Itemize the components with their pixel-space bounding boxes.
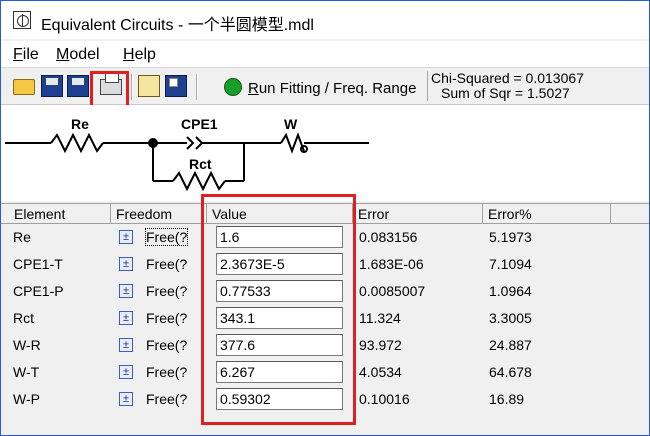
cell-element: Rct: [13, 310, 34, 326]
menu-model-accel: M: [56, 46, 70, 63]
cell-element: CPE1-P: [13, 283, 64, 299]
cell-error-pct: 1.0964: [489, 283, 532, 299]
label-rct: Rct: [189, 156, 212, 172]
open-icon[interactable]: [13, 79, 35, 95]
cell-freedom[interactable]: Free(?: [146, 310, 187, 326]
toolbar-separator: [196, 74, 198, 100]
plus-minus-button[interactable]: ±: [119, 284, 133, 298]
cell-error-pct: 24.887: [489, 337, 532, 353]
cell-error-pct: 16.89: [489, 391, 525, 407]
value-column-highlight: [201, 194, 356, 425]
cell-error-pct: 3.3005: [489, 310, 532, 326]
cell-freedom[interactable]: Free(?: [146, 337, 187, 353]
plus-minus-button[interactable]: ±: [119, 311, 133, 325]
label-cpe1: CPE1: [181, 116, 218, 132]
menu-model-rest: odel: [69, 46, 100, 63]
cell-element: W-P: [13, 391, 40, 407]
resistor-rct[interactable]: [172, 170, 226, 192]
menu-file-accel: F: [13, 46, 23, 63]
save-z-icon[interactable]: [165, 75, 187, 97]
cell-freedom[interactable]: Free(?: [146, 283, 187, 299]
menu-bar: File Model Help: [1, 41, 649, 68]
title-bar: Equivalent Circuits - 一个半圆模型.mdl: [1, 1, 649, 39]
header-freedom[interactable]: Freedom: [111, 204, 207, 224]
cell-freedom[interactable]: Free(?: [146, 364, 187, 380]
cell-error-pct: 64.678: [489, 364, 532, 380]
cell-error: 0.10016: [359, 391, 410, 407]
cell-element: W-R: [13, 337, 41, 353]
cell-error-pct: 5.1973: [489, 229, 532, 245]
label-re: Re: [71, 116, 89, 132]
cell-element: W-T: [13, 364, 40, 380]
cell-element: CPE1-T: [13, 256, 63, 272]
cpe1-plate-right[interactable]: [195, 136, 204, 150]
save-icon[interactable]: [41, 75, 63, 97]
menu-help-accel: H: [123, 46, 135, 63]
window-title: Equivalent Circuits - 一个半圆模型.mdl: [41, 17, 314, 34]
run-icon[interactable]: [224, 78, 242, 96]
header-element[interactable]: Element: [9, 204, 111, 224]
resistor-re[interactable]: [50, 132, 104, 154]
header-error-pct[interactable]: Error%: [483, 204, 611, 224]
fit-stats: Chi-Squared = 0.013067 Sum of Sqr = 1.50…: [431, 71, 584, 101]
run-rest: un Fitting / Freq. Range: [258, 80, 417, 97]
plus-minus-button[interactable]: ±: [119, 230, 133, 244]
cell-element: Re: [13, 229, 31, 245]
run-accel: R: [248, 80, 259, 97]
circuit-svg: Re CPE1 W Rct: [5, 116, 369, 192]
plus-minus-button[interactable]: ±: [119, 365, 133, 379]
cell-freedom[interactable]: Free(?: [144, 228, 189, 246]
app-icon[interactable]: [13, 11, 31, 29]
label-w: W: [284, 116, 298, 132]
header-error[interactable]: Error: [353, 204, 483, 224]
plus-minus-button[interactable]: ±: [119, 257, 133, 271]
app-window: Equivalent Circuits - 一个半圆模型.mdl File Mo…: [0, 0, 650, 436]
menu-file[interactable]: File: [13, 46, 39, 64]
cell-error: 0.0085007: [359, 283, 426, 299]
clipboard-icon[interactable]: [138, 75, 160, 97]
cell-error-pct: 7.1094: [489, 256, 532, 272]
plus-minus-button[interactable]: ±: [119, 392, 133, 406]
cpe1-plate-left[interactable]: [186, 136, 195, 150]
stats-separator: [427, 71, 428, 101]
cell-error: 93.972: [359, 337, 402, 353]
cell-error: 0.083156: [359, 229, 418, 245]
junction-node: [148, 138, 158, 148]
menu-model[interactable]: Model: [56, 46, 100, 64]
cell-freedom[interactable]: Free(?: [146, 391, 187, 407]
chi-squared: Chi-Squared = 0.013067: [431, 70, 584, 86]
run-fitting-button[interactable]: Run Fitting / Freq. Range: [248, 80, 416, 97]
menu-help-rest: elp: [134, 46, 156, 63]
menu-file-rest: ile: [22, 46, 39, 63]
sum-of-sqr: Sum of Sqr = 1.5027: [441, 85, 570, 101]
toolbar-separator: [131, 74, 133, 100]
cell-error: 1.683E-06: [359, 256, 424, 272]
circuit-diagram: Re CPE1 W Rct: [1, 105, 649, 201]
menu-help[interactable]: Help: [123, 46, 156, 64]
cell-error: 11.324: [359, 310, 401, 326]
cell-freedom[interactable]: Free(?: [146, 256, 187, 272]
plus-minus-button[interactable]: ±: [119, 338, 133, 352]
cell-error: 4.0534: [359, 364, 402, 380]
save-as-icon[interactable]: [67, 75, 89, 97]
